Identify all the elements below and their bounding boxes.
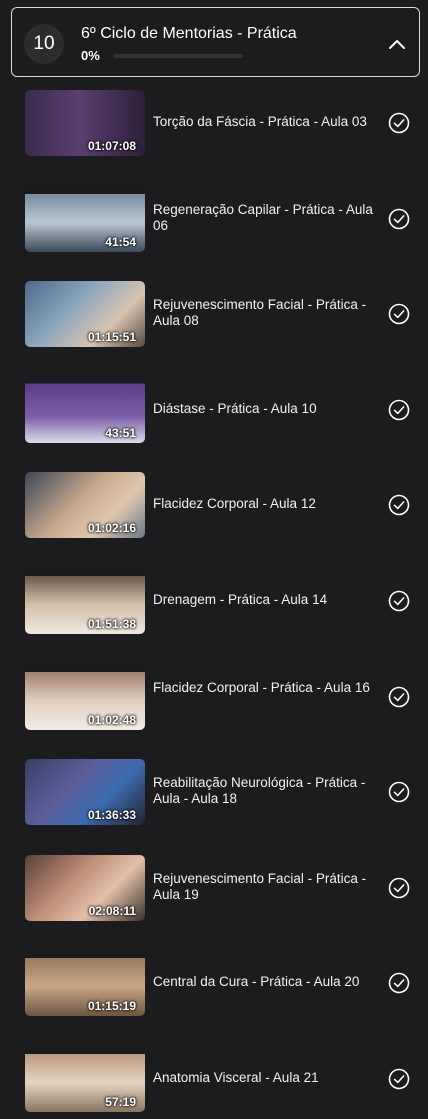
lesson-thumbnail[interactable]: 57:19 [25,1046,145,1112]
chevron-up-icon [389,40,405,49]
lesson-duration: 01:02:48 [87,713,136,727]
lesson-item[interactable]: 41:54 Regeneração Capilar - Prática - Aul… [0,178,428,258]
lesson-item[interactable]: 01:02:16 Flacidez Corporal - Aula 12 [0,464,428,544]
lesson-duration: 01:51:38 [87,617,136,631]
check-circle-icon[interactable] [388,303,410,325]
lesson-duration: 01:07:08 [87,139,136,153]
lesson-title: Torção da Fáscia - Prática - Aula 03 [153,114,367,129]
lesson-title: Reabilitação Neurológica - Prática - Aul… [153,775,366,806]
check-circle-icon[interactable] [388,1068,410,1090]
check-circle-icon[interactable] [388,972,410,994]
lesson-duration: 01:02:16 [87,521,136,535]
progress-percent: 0% [81,48,100,63]
module-header[interactable]: 10 6º Ciclo de Mentorias - Prática 0% [11,7,420,77]
module-number-badge: 10 [24,24,64,64]
module-title: 6º Ciclo de Mentorias - Prática [81,25,297,42]
lesson-title: Flacidez Corporal - Aula 12 [153,496,316,511]
lesson-thumbnail[interactable]: 01:15:51 [25,281,145,347]
lesson-thumbnail[interactable]: 01:02:48 [25,664,145,730]
lesson-thumbnail[interactable]: 01:36:33 [25,759,145,825]
check-circle-icon[interactable] [388,590,410,612]
lesson-duration: 57:19 [105,1095,136,1109]
lesson-item[interactable]: 01:51:38 Drenagem - Prática - Aula 14 [0,560,428,640]
check-circle-icon[interactable] [388,112,410,134]
lesson-duration: 01:36:33 [87,808,136,822]
lesson-thumbnail[interactable]: 43:51 [25,377,145,443]
lesson-title: Drenagem - Prática - Aula 14 [153,592,328,607]
collapse-button[interactable] [385,32,409,56]
lesson-title: Anatomia Visceral - Aula 21 [153,1070,319,1085]
lesson-item[interactable]: 02:08:11 Rejuvenescimento Facial - Prátic… [0,847,428,927]
lesson-duration: 41:54 [105,235,136,249]
lesson-title: Flacidez Corporal - Prática - Aula 16 [153,680,370,695]
lesson-item[interactable]: 43:51 Diástase - Prática - Aula 10 [0,369,428,449]
lesson-title: Rejuvenescimento Facial - Prática - Aula… [153,297,367,328]
lesson-duration: 43:51 [105,426,136,440]
lesson-thumbnail[interactable]: 41:54 [25,186,145,252]
progress-bar [113,54,243,58]
lesson-item[interactable]: 01:07:08 Torção da Fáscia - Prática - Aul… [0,82,428,162]
check-circle-icon[interactable] [388,781,410,803]
lesson-thumbnail[interactable]: 01:02:16 [25,472,145,538]
lesson-title: Central da Cura - Prática - Aula 20 [153,974,360,989]
lesson-title: Regeneração Capilar - Prática - Aula 06 [153,202,373,233]
lesson-thumbnail[interactable]: 02:08:11 [25,855,145,921]
lesson-thumbnail[interactable]: 01:15:19 [25,950,145,1016]
check-circle-icon[interactable] [388,399,410,421]
lesson-duration: 01:15:51 [87,330,136,344]
check-circle-icon[interactable] [388,686,410,708]
lesson-item[interactable]: 57:19 Anatomia Visceral - Aula 21 [0,1038,428,1118]
lesson-item[interactable]: 01:02:48 Flacidez Corporal - Prática - Au… [0,656,428,736]
check-circle-icon[interactable] [388,494,410,516]
lesson-thumbnail[interactable]: 01:07:08 [25,90,145,156]
lesson-duration: 01:15:19 [87,999,136,1013]
lesson-item[interactable]: 01:15:51 Rejuvenescimento Facial - Prátic… [0,273,428,353]
check-circle-icon[interactable] [388,208,410,230]
lesson-title: Rejuvenescimento Facial - Prática - Aula… [153,871,367,902]
lesson-item[interactable]: 01:15:19 Central da Cura - Prática - Aula… [0,942,428,1022]
lesson-duration: 02:08:11 [88,904,136,918]
lesson-item[interactable]: 01:36:33 Reabilitação Neurológica - Práti… [0,751,428,831]
lesson-title: Diástase - Prática - Aula 10 [153,401,317,416]
check-circle-icon[interactable] [388,877,410,899]
lesson-thumbnail[interactable]: 01:51:38 [25,568,145,634]
